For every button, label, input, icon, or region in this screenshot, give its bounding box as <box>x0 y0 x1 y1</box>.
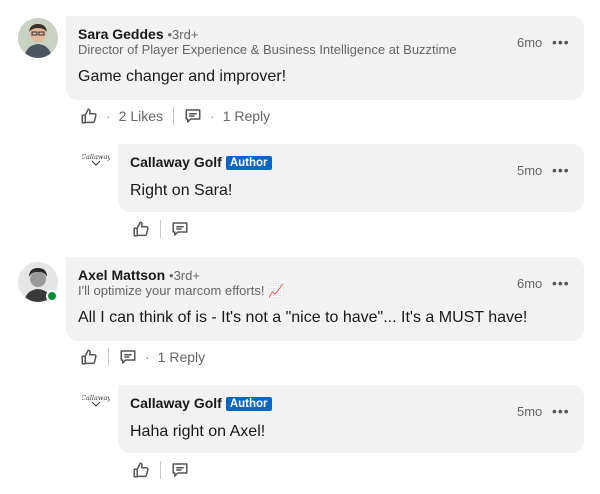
like-button[interactable] <box>80 348 98 366</box>
comment-author-name[interactable]: Callaway Golf <box>130 395 222 411</box>
comment-timestamp: 5mo <box>517 163 543 178</box>
comment-timestamp: 6mo <box>517 276 543 291</box>
comment-bubble: Axel Mattson •3rd+ I'll optimize your ma… <box>66 257 584 341</box>
reply-button[interactable] <box>171 461 189 479</box>
comment-text: Game changer and improver! <box>78 68 287 85</box>
more-options-icon[interactable]: ••• <box>552 162 570 178</box>
comment-icon <box>172 463 188 477</box>
reply-bubble: Callaway Golf Author 5mo ••• Haha right o… <box>118 385 584 453</box>
avatar-sara-geddes[interactable] <box>18 18 58 58</box>
comment-actions <box>132 220 189 238</box>
comment-icon <box>172 222 188 236</box>
comment-actions <box>132 461 189 479</box>
reply-bubble: Callaway Golf Author 5mo ••• Right on Sar… <box>118 144 584 212</box>
thumbs-up-icon <box>133 462 149 478</box>
likes-count[interactable]: 2 Likes <box>119 108 163 124</box>
separator-dot: · <box>106 108 111 124</box>
divider <box>160 461 161 479</box>
separator-dot: · <box>210 108 215 124</box>
author-headline: Director of Player Experience & Business… <box>78 42 457 57</box>
comment-author-name[interactable]: Callaway Golf <box>130 154 222 170</box>
thumbs-up-icon <box>133 221 149 237</box>
more-options-icon[interactable]: ••• <box>552 34 570 50</box>
comment-text: Right on Sara! <box>130 182 233 199</box>
comment-actions: · 1 Reply <box>80 348 205 366</box>
comment-author-name[interactable]: Sara Geddes <box>78 26 164 42</box>
connection-degree: •3rd+ <box>169 268 200 283</box>
reply-button[interactable] <box>119 348 137 366</box>
author-headline: I'll optimize your marcom efforts! 📈 <box>78 283 285 298</box>
comment-author-name[interactable]: Axel Mattson <box>78 267 165 283</box>
reply-button[interactable] <box>184 107 202 125</box>
online-status-indicator <box>46 290 58 302</box>
divider <box>108 348 109 366</box>
comment-text: All I can think of is - It's not a "nice… <box>78 309 528 326</box>
author-badge: Author <box>225 156 272 170</box>
like-button[interactable] <box>132 220 150 238</box>
replies-count[interactable]: 1 Reply <box>158 349 205 365</box>
author-badge: Author <box>225 397 272 411</box>
connection-degree: •3rd+ <box>167 27 199 42</box>
separator-dot: · <box>145 349 150 365</box>
like-button[interactable] <box>80 107 98 125</box>
more-options-icon[interactable]: ••• <box>552 275 570 291</box>
comment-actions: · 2 Likes · 1 Reply <box>80 107 270 125</box>
divider <box>173 107 175 125</box>
comment-icon <box>120 350 136 364</box>
reply-button[interactable] <box>171 220 189 238</box>
comment-icon <box>185 109 201 123</box>
comment-timestamp: 6mo <box>517 35 543 50</box>
more-options-icon[interactable]: ••• <box>552 403 570 419</box>
logo-wordmark: Callaway <box>82 153 110 161</box>
callaway-logo[interactable]: Callaway <box>82 152 110 166</box>
comment-text: Haha right on Axel! <box>130 423 266 440</box>
comment-timestamp: 5mo <box>517 404 543 419</box>
thumbs-up-icon <box>81 349 97 365</box>
callaway-logo[interactable]: Callaway <box>82 393 110 407</box>
thumbs-up-icon <box>81 108 97 124</box>
divider <box>160 220 161 238</box>
replies-count[interactable]: 1 Reply <box>223 108 270 124</box>
comment-bubble: Sara Geddes •3rd+ Director of Player Exp… <box>66 16 584 100</box>
logo-wordmark: Callaway <box>82 394 110 402</box>
person-avatar-icon <box>18 18 58 58</box>
like-button[interactable] <box>132 461 150 479</box>
